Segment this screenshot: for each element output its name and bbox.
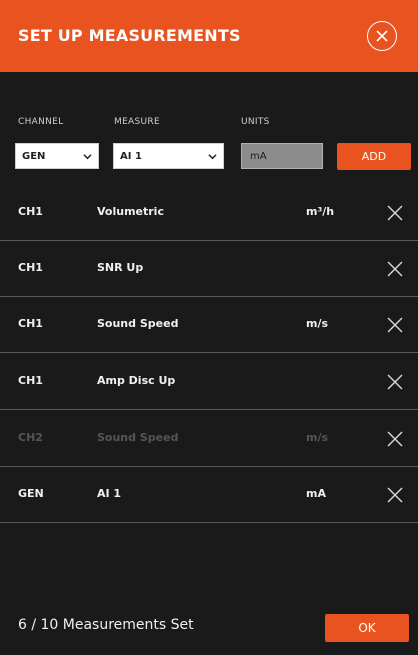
remove-icon[interactable]: [386, 260, 404, 278]
measure-label: MEASURE: [114, 117, 160, 127]
chevron-down-icon: [208, 154, 217, 160]
ok-button[interactable]: OK: [325, 614, 409, 642]
row-measure: Sound Speed: [97, 317, 179, 330]
row-measure: Volumetric: [97, 205, 164, 218]
channel-label: CHANNEL: [18, 117, 64, 127]
row-unit: m/s: [306, 431, 329, 444]
row-channel: CH1: [18, 205, 43, 218]
row-channel: CH1: [18, 317, 43, 330]
row-unit: m/s: [306, 317, 329, 330]
remove-icon[interactable]: [386, 204, 404, 222]
units-field: mA: [241, 143, 323, 169]
row-measure: SNR Up: [97, 261, 144, 274]
channel-select[interactable]: GEN: [15, 143, 99, 169]
channel-select-value: GEN: [22, 150, 46, 162]
measurement-row: CH1 Sound Speed m/s: [0, 297, 418, 353]
row-unit: mA: [306, 487, 326, 500]
close-icon: [376, 30, 388, 42]
measurement-row-disabled: CH2 Sound Speed m/s: [0, 411, 418, 467]
remove-icon[interactable]: [386, 373, 404, 391]
measurement-row: CH1 Volumetric m³/h: [0, 185, 418, 241]
measurement-row: GEN AI 1 mA: [0, 467, 418, 523]
row-measure: AI 1: [97, 487, 122, 500]
row-unit: m³/h: [306, 205, 335, 218]
row-measure: Amp Disc Up: [97, 374, 176, 387]
chevron-down-icon: [83, 154, 92, 160]
units-value: mA: [250, 150, 267, 162]
close-button[interactable]: [367, 21, 397, 51]
measure-select-value: AI 1: [120, 150, 142, 162]
measure-select[interactable]: AI 1: [113, 143, 224, 169]
row-channel: GEN: [18, 487, 44, 500]
remove-icon[interactable]: [386, 430, 404, 448]
add-button[interactable]: ADD: [337, 143, 411, 170]
remove-icon[interactable]: [386, 316, 404, 334]
measurement-row: CH1 SNR Up: [0, 241, 418, 297]
measurement-count: 6 / 10 Measurements Set: [18, 617, 194, 633]
header-bar: SET UP MEASUREMENTS: [0, 0, 418, 72]
measurement-row: CH1 Amp Disc Up: [0, 354, 418, 410]
row-channel: CH1: [18, 261, 43, 274]
page-title: SET UP MEASUREMENTS: [18, 26, 241, 45]
row-measure: Sound Speed: [97, 431, 179, 444]
row-channel: CH1: [18, 374, 43, 387]
units-label: UNITS: [241, 117, 270, 127]
row-channel: CH2: [18, 431, 43, 444]
remove-icon[interactable]: [386, 486, 404, 504]
